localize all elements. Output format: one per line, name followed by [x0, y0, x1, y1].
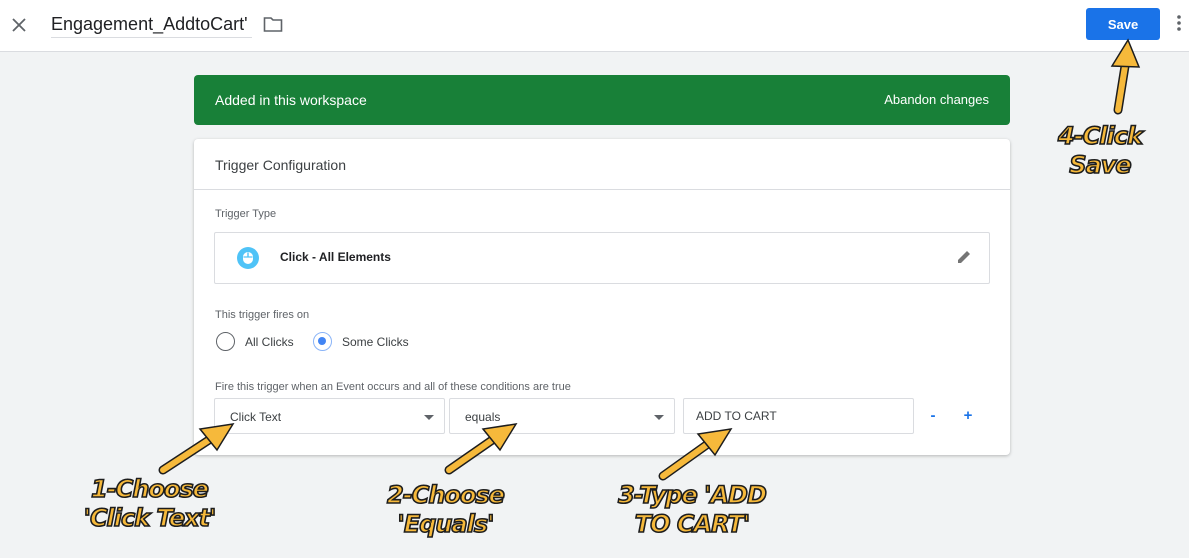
add-condition-button[interactable]: +: [960, 406, 976, 424]
radio-label-all-clicks: All Clicks: [245, 334, 294, 349]
annotation-step1-line2: 'Click Text': [83, 503, 217, 533]
card-header: Trigger Configuration: [194, 139, 1010, 190]
banner-message: Added in this workspace: [215, 92, 367, 108]
more-vert-icon[interactable]: [1176, 14, 1189, 36]
variable-select[interactable]: Click Text: [214, 398, 445, 434]
annotation-step4-line1: 4-Click: [1057, 121, 1144, 151]
condition-value-field[interactable]: [683, 398, 914, 434]
folder-icon[interactable]: [263, 15, 285, 35]
variable-select-value: Click Text: [230, 410, 282, 424]
annotation-step1-line1: 1-Choose: [90, 474, 210, 504]
trigger-type-label: Trigger Type: [215, 208, 277, 220]
trigger-type-value: Click - All Elements: [280, 250, 391, 264]
radio-some-clicks[interactable]: Some Clicks: [313, 332, 409, 351]
annotation-step2: 2-Choose 'Equals': [368, 480, 523, 539]
trigger-type-selector[interactable]: Click - All Elements: [214, 232, 990, 284]
conditions-label: Fire this trigger when an Event occurs a…: [215, 381, 571, 393]
annotation-step1: 1-Choose 'Click Text': [72, 474, 227, 533]
tag-name-text: Engagement_AddtoCart': [51, 14, 248, 34]
annotation-step3-line1: 3-Type 'ADD: [617, 480, 767, 510]
trigger-configuration-card: Trigger Configuration Trigger Type Click…: [194, 139, 1010, 455]
top-bar: Engagement_AddtoCart' Save: [0, 0, 1189, 52]
mouse-click-icon: [237, 247, 259, 269]
dropdown-caret-icon: [654, 415, 664, 420]
fires-on-label: This trigger fires on: [215, 309, 310, 321]
annotation-step2-line1: 2-Choose: [386, 480, 506, 510]
condition-value-input[interactable]: [684, 399, 913, 433]
radio-label-some-clicks: Some Clicks: [342, 334, 409, 349]
radio-button-checked[interactable]: [313, 332, 332, 351]
radio-all-clicks[interactable]: All Clicks: [216, 332, 294, 351]
annotation-step3-line2: TO CART': [634, 509, 751, 539]
remove-condition-button[interactable]: -: [925, 406, 941, 424]
card-title: Trigger Configuration: [215, 157, 346, 173]
close-icon[interactable]: [9, 14, 29, 36]
operator-select[interactable]: equals: [449, 398, 675, 434]
tag-name-field[interactable]: Engagement_AddtoCart': [51, 14, 252, 38]
radio-button-unchecked[interactable]: [216, 332, 235, 351]
workspace-banner: Added in this workspace Abandon changes: [194, 75, 1010, 125]
abandon-changes-link[interactable]: Abandon changes: [884, 92, 989, 107]
save-button[interactable]: Save: [1086, 8, 1160, 40]
annotation-step3: 3-Type 'ADD TO CART': [597, 480, 787, 539]
annotation-step4-line2: Save: [1068, 150, 1132, 180]
annotation-step4: 4-Click Save: [1040, 121, 1160, 180]
pencil-edit-icon[interactable]: [955, 248, 975, 268]
dropdown-caret-icon: [424, 415, 434, 420]
annotation-step2-line2: 'Equals': [397, 509, 496, 539]
operator-select-value: equals: [465, 410, 501, 424]
